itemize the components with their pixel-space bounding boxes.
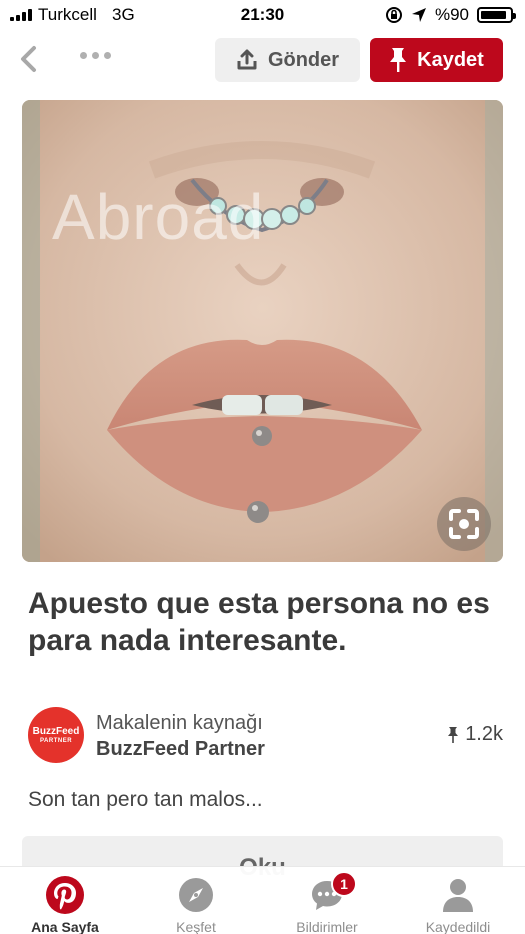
pin-title: Apuesto que esta persona no es para nada… [28,587,490,657]
tab-label: Keşfet [176,919,216,934]
chat-bubble-icon: 1 [307,871,357,915]
battery-icon [477,7,516,23]
avatar-line2: PARTNER [39,737,73,744]
status-bar: Turkcell 3G 21:30 %90 [0,0,525,30]
tab-label: Ana Sayfa [31,919,99,934]
save-count-value: 1.2k [465,723,503,745]
dot-icon [92,52,99,59]
source-name[interactable]: BuzzFeed Partner [96,736,265,762]
compass-icon [176,875,216,915]
tab-home[interactable]: Ana Sayfa [10,875,120,934]
battery-percent: %90 [434,5,469,24]
pinterest-logo-icon [45,875,85,915]
pin-image[interactable]: Abroad [22,100,503,562]
rotation-lock-icon [385,7,402,23]
save-count: 1.2k [447,723,503,746]
lens-search-icon [449,509,479,539]
tab-label: Kaydedildi [425,919,491,934]
pin-description: Son tan pero tan malos... [28,788,263,811]
tab-explore[interactable]: Keşfet [141,875,251,934]
pin-photo [22,100,503,562]
source-label: Makalenin kaynağı [96,712,263,734]
save-button[interactable]: Kaydet [370,38,503,82]
dot-icon [80,52,87,59]
share-upload-icon [237,49,257,70]
source-text: Makalenin kaynağı BuzzFeed Partner [96,710,265,762]
tab-bar: Ana Sayfa Keşfet 1 Bildirimler Kaydedild… [0,866,525,934]
status-right: %90 [385,5,516,25]
send-button-label: Gönder [267,48,340,71]
save-button-label: Kaydet [417,48,484,71]
source-row[interactable]: BuzzFeed PARTNER Makalenin kaynağı BuzzF… [28,705,503,765]
location-arrow-icon [411,8,426,22]
more-options-button[interactable] [80,52,111,59]
top-nav: Gönder Kaydet [0,30,525,90]
tab-label: Bildirimler [296,919,358,934]
tab-saved[interactable]: Kaydedildi [403,875,513,934]
pin-icon [448,726,459,743]
notification-badge: 1 [331,871,357,897]
visual-search-button[interactable] [437,497,491,551]
pin-icon [390,48,407,72]
source-avatar[interactable]: BuzzFeed PARTNER [28,707,84,763]
battery-level [481,11,507,19]
back-button[interactable] [14,44,44,74]
image-watermark: Abroad [52,181,265,253]
chevron-left-icon [21,46,36,72]
dot-icon [104,52,111,59]
person-icon [438,875,478,915]
tab-notifications[interactable]: 1 Bildirimler [272,871,382,934]
send-button[interactable]: Gönder [215,38,360,82]
avatar-line1: BuzzFeed [32,725,80,737]
